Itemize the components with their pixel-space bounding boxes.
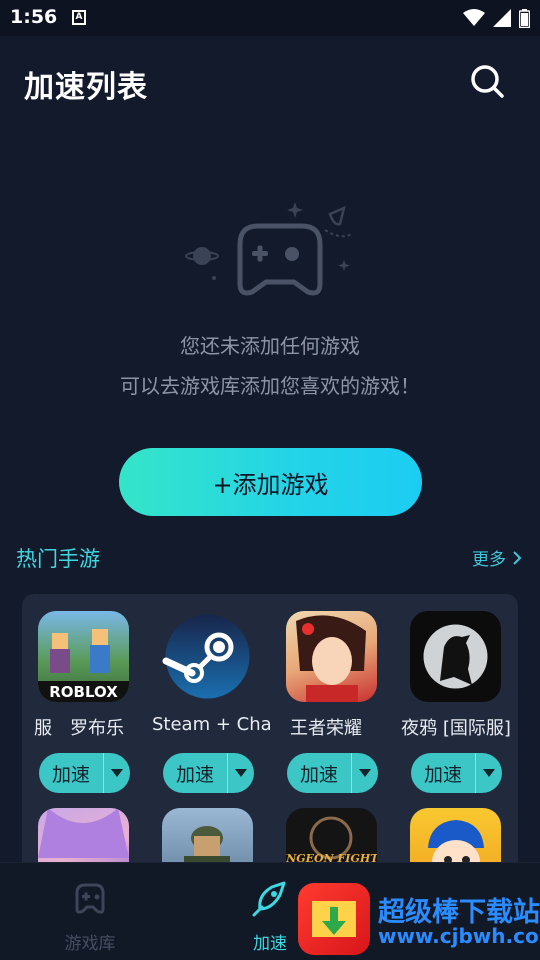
search-icon bbox=[471, 65, 504, 98]
game-card: 王者荣耀 加速 DUNGEON FIGHTER bbox=[270, 594, 394, 894]
game-name: 夜鸦 [国际服] bbox=[401, 718, 511, 739]
chevron-right-icon bbox=[513, 550, 522, 565]
steam-icon[interactable] bbox=[162, 611, 253, 702]
more-link[interactable]: 更多 bbox=[472, 545, 522, 570]
speed-up-label: 加速 bbox=[299, 763, 338, 786]
watermark-url: www.cjbwh.com bbox=[378, 924, 540, 948]
empty-message: 您还未添加任何游戏 bbox=[180, 334, 360, 358]
page-title: 加速列表 bbox=[24, 70, 148, 105]
game-name: 服 罗布乐 bbox=[34, 718, 124, 739]
honor-of-kings-art bbox=[296, 615, 366, 702]
roblox-art: ROBLOX bbox=[38, 629, 129, 702]
night-crows-icon[interactable] bbox=[410, 611, 501, 702]
battery-icon bbox=[519, 8, 530, 28]
status-time: 1:56 bbox=[10, 6, 58, 28]
gamepad-outline-icon bbox=[237, 223, 323, 296]
small-rocket-icon bbox=[324, 205, 353, 238]
caret-down-icon bbox=[235, 769, 247, 777]
speed-up-button[interactable]: 加速 bbox=[163, 753, 254, 793]
speed-up-button[interactable]: 加速 bbox=[39, 753, 130, 793]
planet-icon bbox=[185, 247, 219, 265]
game-card: 夜鸦 [国际服] 加速 bbox=[394, 594, 518, 894]
caret-down-icon bbox=[483, 769, 495, 777]
empty-gamepad-illustration bbox=[185, 202, 353, 296]
speed-up-label: 加速 bbox=[423, 763, 462, 786]
nav-label-game-library: 游戏库 bbox=[64, 934, 116, 954]
add-game-button[interactable]: +添加游戏 bbox=[119, 448, 422, 516]
hot-games-title: 热门手游 bbox=[16, 547, 100, 571]
speed-up-button[interactable]: 加速 bbox=[411, 753, 502, 793]
speed-up-button[interactable]: 加速 bbox=[287, 753, 378, 793]
watermark-logo-icon bbox=[298, 883, 370, 955]
signal-icon bbox=[493, 9, 511, 27]
more-label: 更多 bbox=[472, 550, 506, 570]
speed-dropdown[interactable] bbox=[227, 753, 254, 793]
game-card: Steam + Chat 加速 bbox=[146, 594, 270, 894]
honor-of-kings-icon[interactable] bbox=[286, 611, 377, 702]
watermark: 超级棒下载站 www.cjbwh.com bbox=[298, 880, 540, 960]
roblox-icon[interactable]: ROBLOX bbox=[38, 611, 129, 702]
nav-item-game-library[interactable]: 游戏库 bbox=[40, 863, 140, 960]
speed-dropdown[interactable] bbox=[475, 753, 502, 793]
accessibility-icon: A bbox=[72, 10, 86, 25]
caret-down-icon bbox=[111, 769, 123, 777]
game-name: 王者荣耀 bbox=[290, 718, 362, 739]
search-button[interactable] bbox=[466, 60, 508, 102]
speed-up-label: 加速 bbox=[51, 763, 90, 786]
night-crows-art bbox=[423, 624, 488, 689]
empty-hint: 可以去游戏库添加您喜欢的游戏！ bbox=[120, 374, 420, 398]
gamepad-icon bbox=[75, 883, 105, 914]
rocket-icon bbox=[252, 881, 286, 917]
caret-down-icon bbox=[359, 769, 371, 777]
hot-games-panel: ROBLOX 服 罗布乐 加速 Steam + Chat 加速 王者荣耀 加速 … bbox=[22, 594, 518, 894]
speed-dropdown[interactable] bbox=[103, 753, 130, 793]
steam-logo bbox=[162, 614, 250, 699]
wifi-icon bbox=[463, 9, 485, 26]
speed-dropdown[interactable] bbox=[351, 753, 378, 793]
status-icons bbox=[463, 8, 530, 28]
roblox-logo-text: ROBLOX bbox=[49, 683, 118, 701]
status-bar: 1:56 A bbox=[0, 0, 540, 36]
speed-up-label: 加速 bbox=[175, 763, 214, 786]
game-name: Steam + Chat bbox=[152, 714, 270, 735]
game-card: ROBLOX 服 罗布乐 加速 bbox=[22, 594, 146, 894]
